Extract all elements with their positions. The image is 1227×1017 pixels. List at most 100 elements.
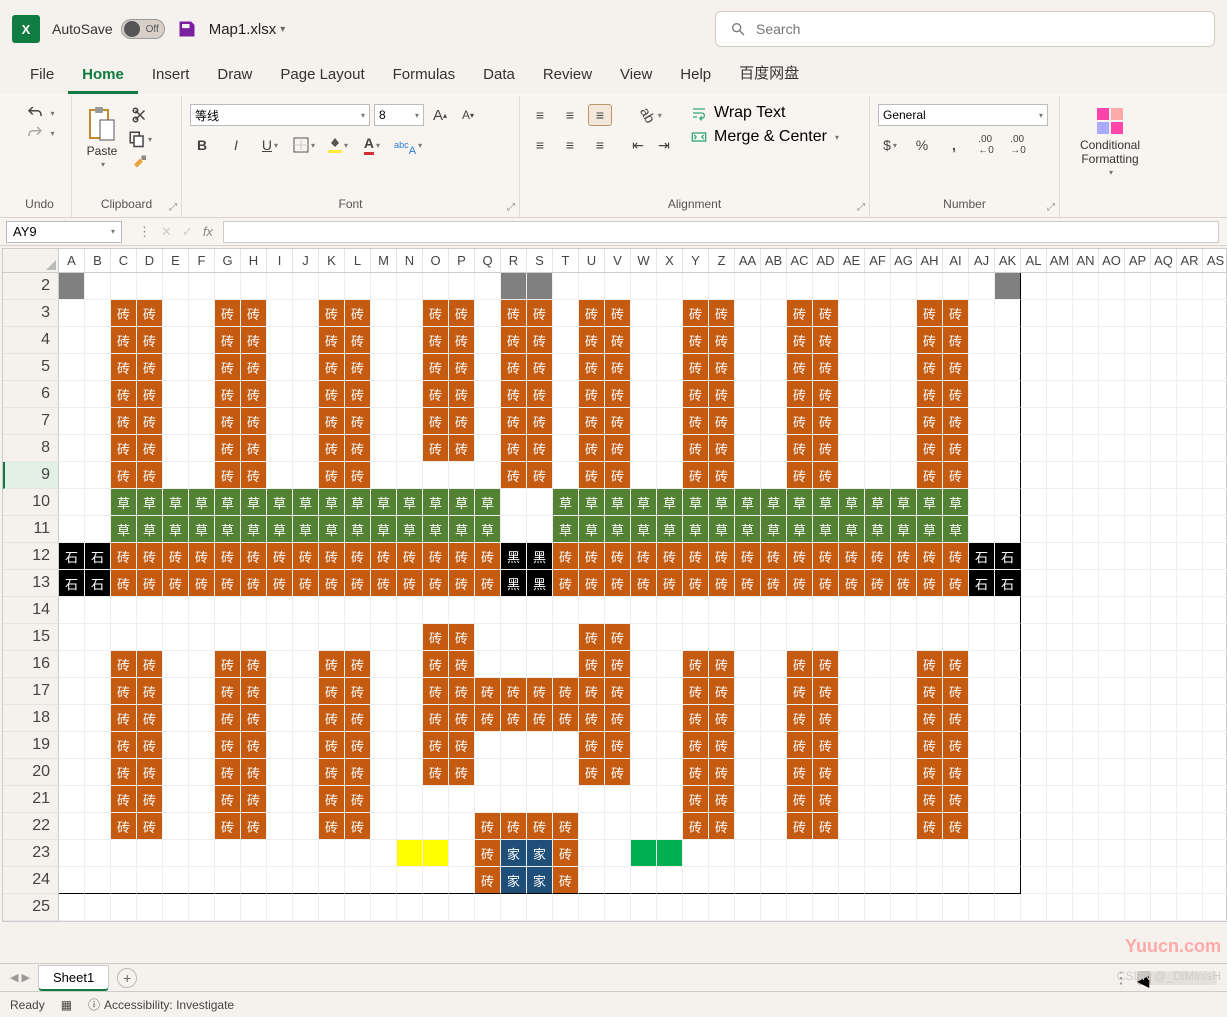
cell[interactable]: 砖	[345, 408, 371, 435]
cell[interactable]: 草	[449, 516, 475, 543]
cell[interactable]: 砖	[527, 813, 553, 840]
cell[interactable]	[657, 597, 683, 624]
cell[interactable]	[631, 813, 657, 840]
cell[interactable]: 砖	[423, 624, 449, 651]
cell[interactable]	[137, 273, 163, 300]
row-header[interactable]: 18	[3, 705, 59, 732]
row-header[interactable]: 15	[3, 624, 59, 651]
cell[interactable]	[683, 840, 709, 867]
column-header[interactable]: I	[267, 249, 293, 272]
cell[interactable]	[319, 597, 345, 624]
cell[interactable]: 砖	[475, 570, 501, 597]
cell[interactable]	[1099, 813, 1125, 840]
align-middle-button[interactable]: ≡	[558, 104, 582, 126]
cell[interactable]	[371, 300, 397, 327]
cell[interactable]: 砖	[163, 543, 189, 570]
cell[interactable]: 砖	[241, 435, 267, 462]
cell[interactable]	[397, 678, 423, 705]
cell[interactable]	[137, 624, 163, 651]
cell[interactable]	[85, 867, 111, 894]
cell[interactable]: 砖	[787, 813, 813, 840]
row-header[interactable]: 5	[3, 354, 59, 381]
cell[interactable]: 砖	[137, 300, 163, 327]
cell[interactable]	[137, 867, 163, 894]
cell[interactable]	[449, 786, 475, 813]
cell[interactable]	[735, 840, 761, 867]
cell[interactable]: 草	[163, 516, 189, 543]
cell[interactable]: 草	[137, 489, 163, 516]
cell[interactable]	[267, 867, 293, 894]
cell[interactable]: 砖	[839, 543, 865, 570]
cell[interactable]	[1151, 273, 1177, 300]
cell[interactable]: 砖	[241, 651, 267, 678]
cell[interactable]	[891, 786, 917, 813]
cell[interactable]	[1073, 570, 1099, 597]
cell[interactable]	[371, 894, 397, 921]
tab-insert[interactable]: Insert	[138, 58, 204, 94]
cell[interactable]: 砖	[215, 705, 241, 732]
cell[interactable]	[85, 354, 111, 381]
row-header[interactable]: 7	[3, 408, 59, 435]
cell[interactable]	[137, 894, 163, 921]
row-header[interactable]: 19	[3, 732, 59, 759]
comma-button[interactable]: ,	[942, 134, 966, 156]
cell[interactable]	[1099, 300, 1125, 327]
cell[interactable]	[397, 354, 423, 381]
cell[interactable]: 砖	[449, 435, 475, 462]
cell[interactable]	[59, 516, 85, 543]
cell[interactable]: 砖	[215, 408, 241, 435]
column-header[interactable]: P	[449, 249, 475, 272]
cell[interactable]	[657, 786, 683, 813]
cell[interactable]: 砖	[241, 462, 267, 489]
column-header[interactable]: Q	[475, 249, 501, 272]
align-right-button[interactable]: ≡	[588, 134, 612, 156]
cell[interactable]: 草	[397, 516, 423, 543]
cell[interactable]	[579, 597, 605, 624]
cell[interactable]	[449, 597, 475, 624]
cell[interactable]	[735, 732, 761, 759]
cell[interactable]	[449, 840, 475, 867]
cell[interactable]	[761, 651, 787, 678]
cell[interactable]	[631, 840, 657, 867]
cell[interactable]	[995, 624, 1021, 651]
cell[interactable]	[813, 273, 839, 300]
cell[interactable]: 砖	[111, 327, 137, 354]
cell[interactable]	[189, 354, 215, 381]
cell[interactable]: 砖	[657, 570, 683, 597]
cell[interactable]	[293, 354, 319, 381]
column-header[interactable]: N	[397, 249, 423, 272]
cell[interactable]	[397, 624, 423, 651]
cell[interactable]	[85, 597, 111, 624]
cell[interactable]: 草	[683, 516, 709, 543]
cell[interactable]: 草	[137, 516, 163, 543]
cell[interactable]: 草	[605, 489, 631, 516]
cell[interactable]: 砖	[917, 570, 943, 597]
cell[interactable]: 砖	[501, 408, 527, 435]
cell[interactable]	[1099, 327, 1125, 354]
cell[interactable]: 砖	[475, 813, 501, 840]
cell[interactable]	[371, 597, 397, 624]
column-header[interactable]: AB	[761, 249, 787, 272]
cell[interactable]: 砖	[215, 543, 241, 570]
cell[interactable]: 砖	[319, 327, 345, 354]
cell[interactable]	[1073, 273, 1099, 300]
wrap-text-button[interactable]: Wrap Text	[690, 104, 785, 122]
cell[interactable]: 草	[891, 489, 917, 516]
cell[interactable]	[85, 705, 111, 732]
cell[interactable]	[371, 408, 397, 435]
cell[interactable]	[761, 813, 787, 840]
search-input[interactable]	[756, 21, 1200, 37]
column-header[interactable]: AJ	[969, 249, 995, 272]
cell[interactable]	[1203, 435, 1227, 462]
decrease-decimal-button[interactable]: .00→0	[1006, 134, 1030, 156]
cell[interactable]: 草	[787, 489, 813, 516]
cell[interactable]: 砖	[501, 462, 527, 489]
cell[interactable]: 石	[59, 543, 85, 570]
cell[interactable]	[1125, 624, 1151, 651]
cell[interactable]: 砖	[345, 813, 371, 840]
cell[interactable]: 砖	[475, 705, 501, 732]
cell[interactable]	[1047, 759, 1073, 786]
cell[interactable]	[761, 678, 787, 705]
cell[interactable]	[1099, 732, 1125, 759]
cell[interactable]	[189, 381, 215, 408]
